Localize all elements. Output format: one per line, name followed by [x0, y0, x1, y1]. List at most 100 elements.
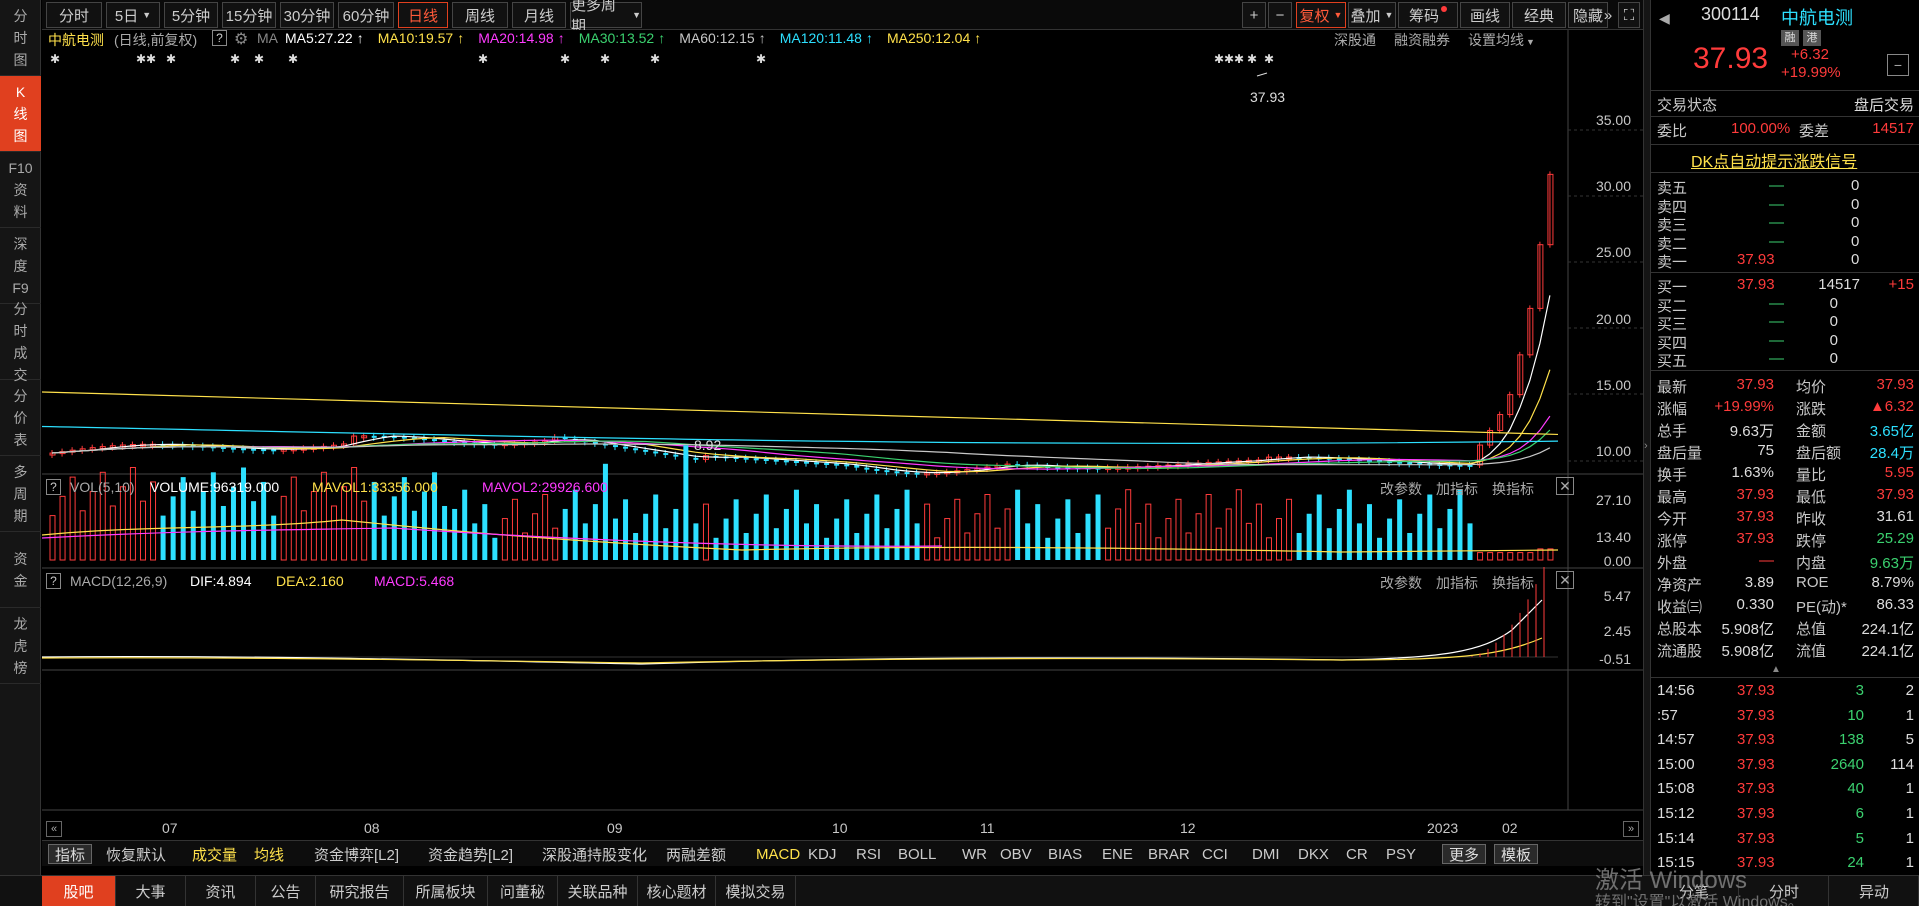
- toolbar-right-0-button[interactable]: +: [1242, 2, 1266, 28]
- event-marker-icon[interactable]: ✱: [230, 52, 240, 66]
- nav-pricetable[interactable]: 分价表: [0, 380, 41, 456]
- period-9-button[interactable]: 更多周期 ▼: [570, 0, 642, 35]
- event-marker-icon[interactable]: ✱: [478, 52, 488, 66]
- period-8-button[interactable]: 月线: [512, 2, 566, 28]
- event-marker-icon[interactable]: ✱: [1214, 52, 1224, 66]
- bottom-tab-2[interactable]: 资讯: [186, 876, 256, 906]
- vol-help-button[interactable]: ?: [46, 479, 61, 495]
- indicator-tab-16[interactable]: BRAR: [1148, 844, 1190, 864]
- vol-close-icon[interactable]: ✕: [1556, 477, 1574, 495]
- period-1-button[interactable]: 5日 ▼: [106, 2, 160, 28]
- kline-chart-area[interactable]: ✱ ✱ ✱ ✱ ✱ ✱ ✱ ✱ ✱ ✱ ✱ ✱ ✱ ✱ ✱ ✱ ✱ 中航电测 (日线,前复权) ? ⚙ MA M…: [41, 30, 1643, 840]
- event-marker-icon[interactable]: ✱: [1224, 52, 1234, 66]
- indicator-tab-20[interactable]: CR: [1346, 844, 1368, 864]
- event-marker-icon[interactable]: ✱: [650, 52, 660, 66]
- period-7-button[interactable]: 周线: [452, 2, 508, 28]
- indicator-tab-3[interactable]: 均线: [254, 844, 284, 864]
- quote-tab-2[interactable]: 异动: [1830, 876, 1919, 906]
- bottom-tab-5[interactable]: 所属板块: [404, 876, 488, 906]
- kline-chart-canvas[interactable]: ✱ ✱ ✱ ✱ ✱ ✱ ✱ ✱ ✱ ✱ ✱ ✱ ✱ ✱ ✱ ✱ ✱: [41, 30, 1643, 840]
- event-marker-icon[interactable]: ✱: [136, 52, 146, 66]
- period-4-button[interactable]: 30分钟: [280, 2, 334, 28]
- more-icon[interactable]: ▲: [1771, 664, 1781, 675]
- nav-dragon[interactable]: 龙虎榜: [0, 608, 41, 684]
- indicator-tab-4[interactable]: 资金博弈[L2]: [314, 844, 399, 864]
- indicator-tab-9[interactable]: KDJ: [808, 844, 836, 864]
- indicator-tab-8[interactable]: MACD: [756, 844, 800, 864]
- event-marker-icon[interactable]: ✱: [1264, 52, 1274, 66]
- macd-link-2[interactable]: 换指标: [1492, 575, 1534, 591]
- indicator-tab-15[interactable]: ENE: [1102, 844, 1133, 864]
- event-marker-icon[interactable]: ✱: [288, 52, 298, 66]
- nav-intraday[interactable]: 分时图: [0, 0, 41, 76]
- indicator-tab-13[interactable]: OBV: [1000, 844, 1032, 864]
- event-marker-icon[interactable]: ✱: [560, 52, 570, 66]
- toolbar-right-5-button[interactable]: 画线: [1460, 2, 1510, 28]
- toolbar-right-6-button[interactable]: 经典: [1512, 2, 1566, 28]
- event-marker-icon[interactable]: ✱: [600, 52, 610, 66]
- bottom-tab-6[interactable]: 问董秘: [488, 876, 558, 906]
- macd-help-button[interactable]: ?: [46, 573, 61, 589]
- indicator-tab-6[interactable]: 深股通持股变化: [542, 844, 647, 864]
- kline-link-2[interactable]: 设置均线: [1468, 32, 1524, 48]
- scroll-right-icon[interactable]: »: [1623, 821, 1639, 837]
- event-marker-icon[interactable]: ✱: [1247, 52, 1257, 66]
- bottom-tab-9[interactable]: 模拟交易: [716, 876, 796, 906]
- vol-link-1[interactable]: 加指标: [1436, 481, 1478, 497]
- period-0-button[interactable]: 分时: [46, 2, 102, 28]
- expand-button[interactable]: ⛶: [1618, 2, 1640, 28]
- indicator-tab-12[interactable]: WR: [962, 844, 987, 864]
- panel-splitter[interactable]: ›: [1643, 0, 1650, 875]
- bottom-tab-3[interactable]: 公告: [256, 876, 316, 906]
- kline-link-1[interactable]: 融资融券: [1394, 32, 1450, 48]
- event-marker-icon[interactable]: ✱: [146, 52, 156, 66]
- toolbar-right-1-button[interactable]: −: [1268, 2, 1292, 28]
- bottom-tab-4[interactable]: 研究报告: [316, 876, 404, 906]
- bottom-tab-1[interactable]: 大事: [116, 876, 186, 906]
- kline-help-button[interactable]: ?: [212, 30, 227, 46]
- period-3-button[interactable]: 15分钟: [222, 2, 276, 28]
- scroll-left-icon[interactable]: «: [46, 821, 62, 837]
- toolbar-right-4-button[interactable]: 筹码: [1398, 2, 1458, 28]
- period-5-button[interactable]: 60分钟: [338, 2, 394, 28]
- indicator-tab-21[interactable]: PSY: [1386, 844, 1416, 864]
- event-marker-icon[interactable]: ✱: [254, 52, 264, 66]
- kline-link-0[interactable]: 深股通: [1334, 32, 1376, 48]
- indicator-tab-18[interactable]: DMI: [1252, 844, 1280, 864]
- nav-ticks[interactable]: 分时成交: [0, 301, 41, 383]
- toolbar-right-2-button[interactable]: 复权 ▼: [1296, 2, 1346, 28]
- indicator-tab-10[interactable]: RSI: [856, 844, 881, 864]
- vol-link-0[interactable]: 改参数: [1380, 481, 1422, 497]
- expand-left-icon[interactable]: ◀: [1659, 10, 1670, 27]
- nav-f10[interactable]: F10 资料: [0, 152, 41, 228]
- bottom-tab-8[interactable]: 核心题材: [638, 876, 716, 906]
- indicator-tab-19[interactable]: DKX: [1298, 844, 1329, 864]
- macd-close-icon[interactable]: ✕: [1556, 571, 1574, 589]
- event-marker-icon[interactable]: ✱: [756, 52, 766, 66]
- period-6-button[interactable]: 日线: [398, 2, 448, 28]
- collapse-button[interactable]: −: [1887, 54, 1909, 76]
- indicator-tab-14[interactable]: BIAS: [1048, 844, 1082, 864]
- nav-multi[interactable]: 多周期: [0, 456, 41, 532]
- indicator-tab-1[interactable]: 恢复默认: [106, 844, 166, 864]
- toolbar-right-3-button[interactable]: 叠加 ▼: [1348, 2, 1396, 28]
- indicator-tab-7[interactable]: 两融差额: [666, 844, 726, 864]
- indicator-tab-11[interactable]: BOLL: [898, 844, 936, 864]
- nav-fund[interactable]: 资金: [0, 532, 41, 608]
- signal-link[interactable]: DK点自动提示涨跌信号: [1691, 148, 1857, 172]
- indicator-tab-22[interactable]: 更多: [1442, 844, 1487, 864]
- macd-link-0[interactable]: 改参数: [1380, 575, 1422, 591]
- event-marker-icon[interactable]: ✱: [166, 52, 176, 66]
- indicator-tab-0[interactable]: 指标: [48, 844, 93, 864]
- nav-kline[interactable]: K线图: [0, 76, 41, 152]
- indicator-tab-5[interactable]: 资金趋势[L2]: [428, 844, 513, 864]
- indicator-tab-2[interactable]: 成交量: [192, 844, 237, 864]
- bottom-tab-7[interactable]: 关联品种: [558, 876, 638, 906]
- more-arrows-button[interactable]: »: [1598, 2, 1618, 28]
- nav-depth[interactable]: 深度 F9: [0, 228, 41, 304]
- bottom-tab-0[interactable]: 股吧: [42, 876, 116, 906]
- indicator-tab-23[interactable]: 模板: [1494, 844, 1539, 864]
- indicator-tab-17[interactable]: CCI: [1202, 844, 1228, 864]
- event-marker-icon[interactable]: ✱: [1234, 52, 1244, 66]
- period-2-button[interactable]: 5分钟: [164, 2, 218, 28]
